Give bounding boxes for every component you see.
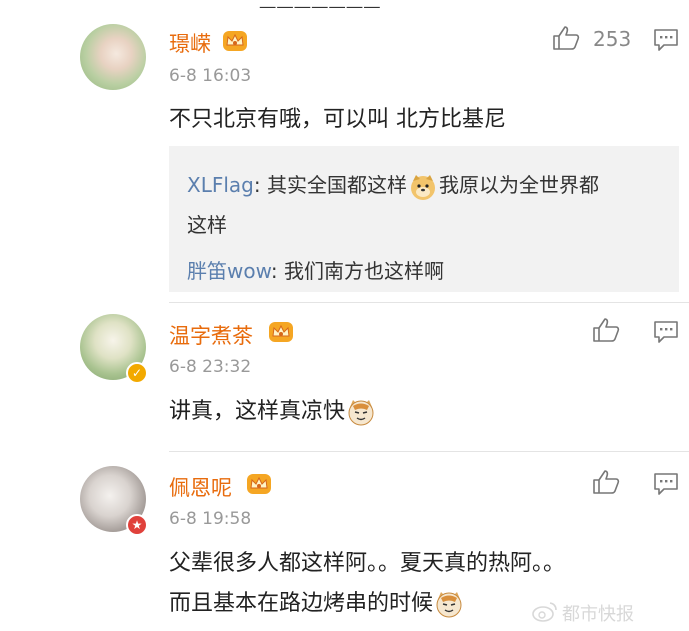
comment-text-cont: 而且基本在路边烤串的时候 — [169, 591, 434, 616]
comment-icon[interactable] — [653, 28, 679, 52]
vip-crown-icon — [223, 31, 247, 51]
comment-icon[interactable] — [653, 320, 679, 344]
avatar[interactable]: ★ — [80, 466, 148, 536]
divider — [169, 451, 689, 452]
avatar[interactable]: ✓ — [80, 314, 148, 384]
cropped-header: ▁▁▁▁▁▁▁ — [0, 0, 689, 8]
divider — [169, 302, 689, 303]
reply-separator: : — [270, 259, 284, 283]
reply-text-cont: 我原以为全世界都 — [438, 173, 599, 197]
comment-page: ▁▁▁▁▁▁▁ 璟嵘 6-8 16:03 253 不只北京有哦，可以叫 北方比基… — [0, 0, 689, 631]
like-count: 253 — [593, 27, 632, 51]
username[interactable]: 佩恩呢 — [169, 472, 232, 502]
reply-text-wrap: 这样 — [187, 213, 227, 237]
comment-icon[interactable] — [653, 472, 679, 496]
comment-text: 父辈很多人都这样阿。。夏天真的热阿。。 — [169, 551, 566, 576]
doge-emoji-icon — [410, 174, 435, 200]
comment-time: 6-8 16:03 — [169, 66, 252, 86]
comment-text: 不只北京有哦，可以叫 北方比基尼 — [169, 107, 506, 132]
reply-item: 胖笛wow: 我们南方也这样啊 — [187, 252, 444, 290]
reply-item: XLFlag: 其实全国都这样 我原以为全世界都 — [187, 166, 599, 204]
vip-crown-icon — [247, 474, 271, 494]
avatar-image — [80, 24, 146, 90]
cat-emoji-icon — [348, 400, 374, 426]
reply-username[interactable]: 胖笛wow — [187, 259, 271, 283]
comment-time: 6-8 23:32 — [169, 357, 252, 377]
reply-username[interactable]: XLFlag — [187, 173, 254, 197]
reply-text: 其实全国都这样 — [266, 173, 407, 197]
comment-time: 6-8 19:58 — [169, 509, 252, 529]
comment-text: 讲真，这样真凉快 — [169, 399, 346, 424]
verified-badge-icon: ✓ — [126, 362, 148, 384]
reply-text: 我们南方也这样啊 — [283, 259, 444, 283]
verified-badge-icon: ★ — [126, 514, 148, 536]
comment-text-row: 讲真，这样真凉快 — [169, 392, 377, 432]
reply-box[interactable]: XLFlag: 其实全国都这样 我原以为全世界都 这样 胖笛wow: 我们南方也… — [169, 146, 679, 292]
avatar[interactable] — [80, 24, 146, 90]
comment-text-row: 而且基本在路边烤串的时候 — [169, 584, 465, 624]
watermark: 都市快报 — [562, 604, 634, 625]
reply-item-continued: 这样 — [187, 206, 227, 244]
thumbs-up-icon[interactable] — [552, 25, 580, 51]
username[interactable]: 温字煮茶 — [169, 320, 253, 350]
vip-crown-icon — [269, 322, 293, 342]
thumbs-up-icon[interactable] — [592, 317, 620, 343]
thumbs-up-icon[interactable] — [592, 469, 620, 495]
reply-separator: : — [253, 173, 267, 197]
username[interactable]: 璟嵘 — [169, 28, 211, 58]
cat-emoji-icon — [436, 592, 462, 618]
weibo-logo-icon — [532, 602, 557, 622]
